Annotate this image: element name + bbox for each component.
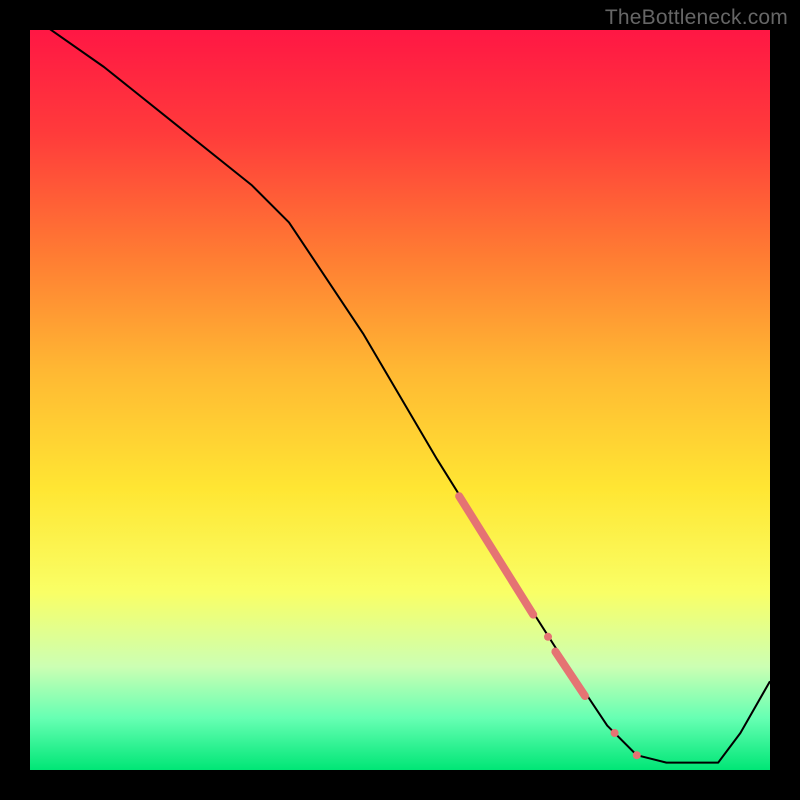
gradient-background bbox=[30, 30, 770, 770]
marker-dot-b bbox=[611, 729, 619, 737]
marker-dot-a bbox=[544, 633, 552, 641]
plot-svg bbox=[30, 30, 770, 770]
plot-area bbox=[30, 30, 770, 770]
watermark-text: TheBottleneck.com bbox=[605, 6, 788, 30]
marker-dot-c bbox=[633, 751, 641, 759]
chart-frame: TheBottleneck.com bbox=[0, 0, 800, 800]
